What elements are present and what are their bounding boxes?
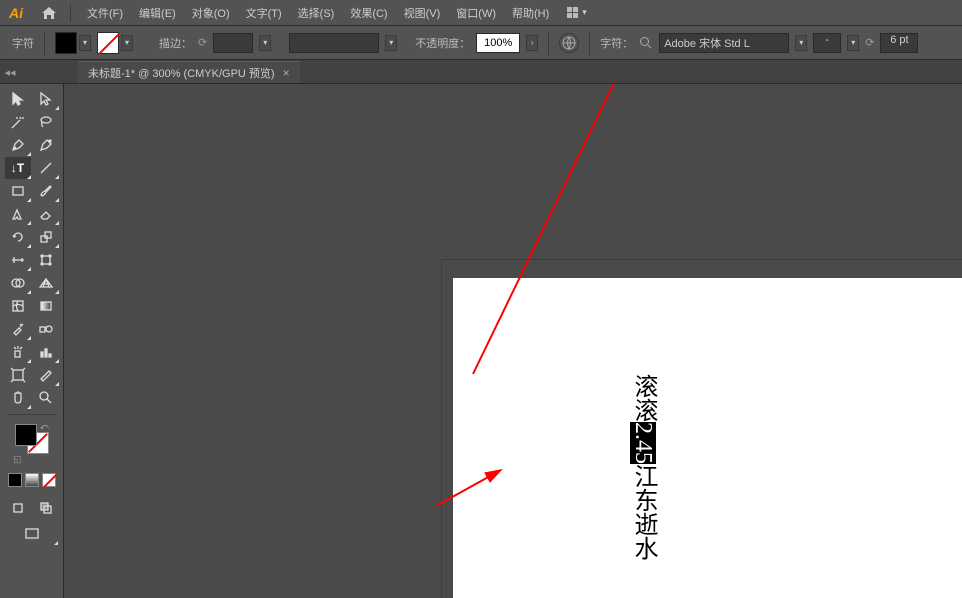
pen-tool[interactable]: [5, 134, 31, 156]
menu-edit[interactable]: 编辑(E): [131, 5, 184, 21]
type-tool[interactable]: ↓T: [5, 157, 31, 179]
color-mode-none[interactable]: [42, 473, 56, 487]
screen-mode-icon[interactable]: [6, 523, 58, 545]
fill-color[interactable]: ▾: [55, 32, 91, 54]
canvas[interactable]: 滚滚2.45江东逝水: [64, 84, 962, 598]
free-transform-tool[interactable]: [33, 249, 59, 271]
color-controls: ⤺ ◱: [5, 424, 59, 545]
character-label[interactable]: 字符：: [600, 35, 633, 51]
chevron-down-icon[interactable]: ▾: [259, 35, 271, 51]
menu-object[interactable]: 对象(O): [184, 5, 238, 21]
workspace-switcher[interactable]: ▾: [567, 7, 587, 18]
font-size-input[interactable]: 6 pt: [880, 33, 918, 53]
page: 滚滚2.45江东逝水: [453, 278, 962, 598]
home-button[interactable]: [36, 3, 62, 23]
perspective-grid-tool[interactable]: [33, 272, 59, 294]
document-tab[interactable]: 未标题-1* @ 300% (CMYK/GPU 预览) ×: [78, 61, 300, 83]
character-panel-label[interactable]: 字符: [12, 35, 34, 51]
close-icon[interactable]: ×: [283, 66, 290, 80]
menu-file[interactable]: 文件(F): [79, 5, 131, 21]
paintbrush-tool[interactable]: [33, 180, 59, 202]
separator: [70, 4, 71, 22]
eraser-tool[interactable]: [33, 203, 59, 225]
fill-swatch[interactable]: [55, 32, 77, 54]
mesh-tool[interactable]: [5, 295, 31, 317]
curvature-tool[interactable]: [33, 134, 59, 156]
chevron-down-icon[interactable]: ▾: [79, 35, 91, 51]
app-logo: Ai: [4, 1, 28, 25]
toolbar: ↓T: [0, 84, 64, 598]
magic-wand-tool[interactable]: [5, 111, 31, 133]
fill-stroke-swatches[interactable]: ⤺: [15, 424, 49, 454]
chevron-right-icon[interactable]: ›: [526, 35, 538, 51]
rotate-tool[interactable]: [5, 226, 31, 248]
menu-type[interactable]: 文字(T): [238, 5, 290, 21]
chevron-down-icon[interactable]: ▾: [385, 35, 397, 51]
shaper-tool[interactable]: [5, 203, 31, 225]
chevron-down-icon[interactable]: ▾: [121, 35, 133, 51]
font-family-input[interactable]: Adobe 宋体 Std L: [659, 33, 789, 53]
separator: [7, 414, 57, 415]
chevron-down-icon[interactable]: ▾: [795, 35, 807, 51]
gradient-tool[interactable]: [33, 295, 59, 317]
fill-swatch-large[interactable]: [15, 424, 37, 446]
menu-window[interactable]: 窗口(W): [448, 5, 504, 21]
search-icon: [639, 36, 653, 50]
draw-behind-icon[interactable]: [33, 497, 59, 519]
zoom-tool[interactable]: [33, 387, 59, 409]
menu-help[interactable]: 帮助(H): [504, 5, 557, 21]
hand-tool[interactable]: [5, 387, 31, 409]
scale-tool[interactable]: [33, 226, 59, 248]
panel-collapse-icon[interactable]: ◂◂: [4, 62, 16, 82]
vertical-text[interactable]: 滚滚2.45江东逝水: [631, 374, 655, 560]
document-title: 未标题-1* @ 300% (CMYK/GPU 预览): [88, 65, 275, 81]
slice-tool[interactable]: [33, 364, 59, 386]
options-bar: 字符 ▾ ▾ 描边： ⟳ ▾ ▾ 不透明度： › 字符： Adobe 宋体 St…: [0, 26, 962, 60]
separator: [44, 31, 45, 55]
menu-view[interactable]: 视图(V): [396, 5, 449, 21]
stepper-icon[interactable]: ⟳: [198, 36, 207, 49]
symbol-sprayer-tool[interactable]: [5, 341, 31, 363]
text-selection: 2.45: [630, 422, 656, 464]
selection-tool[interactable]: [5, 88, 31, 110]
chevron-down-icon[interactable]: ▾: [847, 35, 859, 51]
separator: [589, 31, 590, 55]
recolor-icon[interactable]: [559, 33, 579, 53]
menu-effect[interactable]: 效果(C): [342, 5, 395, 21]
draw-normal-icon[interactable]: [5, 497, 31, 519]
stroke-weight-input[interactable]: [213, 33, 253, 53]
stroke-color[interactable]: ▾: [97, 32, 133, 54]
opacity-label: 不透明度：: [415, 35, 470, 51]
document-tabbar: 未标题-1* @ 300% (CMYK/GPU 预览) ×: [0, 60, 962, 84]
menubar: Ai 文件(F) 编辑(E) 对象(O) 文字(T) 选择(S) 效果(C) 视…: [0, 0, 962, 26]
color-mode-solid[interactable]: [8, 473, 22, 487]
separator: [548, 31, 549, 55]
blend-tool[interactable]: [33, 318, 59, 340]
artboard: 滚滚2.45江东逝水: [442, 260, 962, 598]
artboard-tool[interactable]: [5, 364, 31, 386]
eyedropper-tool[interactable]: [5, 318, 31, 340]
stepper-icon[interactable]: ⟳: [865, 36, 874, 49]
stroke-label: 描边：: [159, 35, 192, 51]
column-graph-tool[interactable]: [33, 341, 59, 363]
opacity-input[interactable]: [476, 33, 520, 53]
lasso-tool[interactable]: [33, 111, 59, 133]
font-style-input[interactable]: -: [813, 33, 841, 53]
swap-icon[interactable]: ⤺: [40, 422, 49, 432]
menu-select[interactable]: 选择(S): [290, 5, 343, 21]
line-tool[interactable]: [33, 157, 59, 179]
rectangle-tool[interactable]: [5, 180, 31, 202]
variable-width-profile[interactable]: [289, 33, 379, 53]
width-tool[interactable]: [5, 249, 31, 271]
stroke-swatch[interactable]: [97, 32, 119, 54]
direct-selection-tool[interactable]: [33, 88, 59, 110]
color-mode-gradient[interactable]: [25, 473, 39, 487]
shape-builder-tool[interactable]: [5, 272, 31, 294]
main-area: ↓T: [0, 84, 962, 598]
default-colors-icon[interactable]: ◱: [13, 454, 22, 465]
